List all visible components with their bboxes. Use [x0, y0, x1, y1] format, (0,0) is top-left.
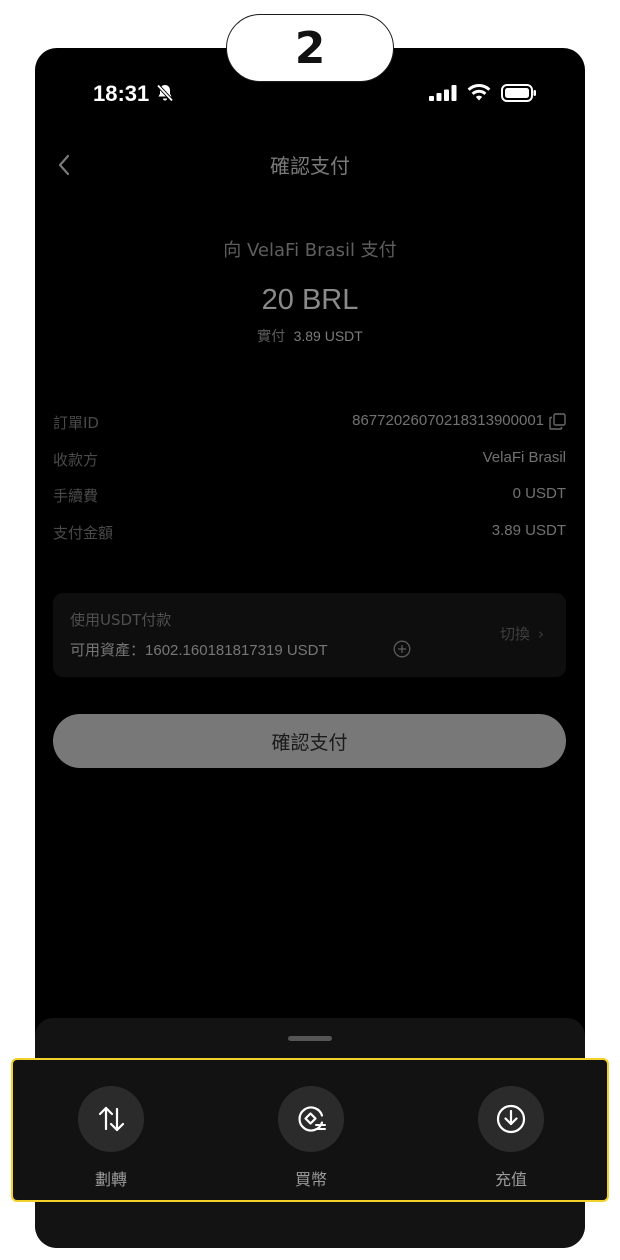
detail-label: 收款方 [53, 450, 99, 469]
add-funds-icon[interactable] [393, 640, 411, 658]
detail-label: 手續費 [53, 487, 99, 505]
buy-crypto-button[interactable] [278, 1086, 344, 1152]
detail-value: 0 USDT [512, 485, 566, 502]
battery-icon [501, 84, 536, 102]
confirm-payment-button[interactable]: 確認支付 [53, 714, 566, 768]
order-details: 訂單ID 86772026070218313900001 收款方 VelaFi … [53, 410, 566, 556]
detail-row-order-id: 訂單ID 86772026070218313900001 [53, 410, 566, 447]
deposit-button[interactable] [478, 1086, 544, 1152]
order-id-value: 86772026070218313900001 [352, 412, 544, 429]
buy-crypto-icon [298, 1106, 326, 1132]
page-title: 確認支付 [270, 154, 350, 178]
available-balance-value: 1602.160181817319 USDT [145, 642, 328, 659]
deposit-icon [496, 1104, 526, 1134]
detail-row-fee: 手續費 0 USDT [53, 483, 566, 520]
detail-row-total: 支付金額 3.89 USDT [53, 520, 566, 557]
detail-value: 3.89 USDT [491, 521, 566, 539]
silent-bell-icon [156, 84, 174, 102]
payee-heading: 向 VelaFi Brasil 支付 [223, 240, 397, 261]
transfer-label: 劃轉 [94, 1170, 127, 1189]
payment-method-card[interactable]: 使用USDT付款 可用資產：1602.160181817319 USDT 切換 › [53, 593, 566, 677]
sheet-drag-handle[interactable] [288, 1036, 332, 1041]
transfer-icon [98, 1106, 125, 1132]
chevron-right-icon: › [538, 625, 544, 643]
switch-label: 切換 [499, 625, 530, 643]
transfer-button[interactable] [78, 1086, 144, 1152]
detail-label: 訂單ID [53, 414, 99, 432]
deposit-action[interactable]: 充值 [451, 1086, 571, 1190]
detail-row-payee: 收款方 VelaFi Brasil [53, 447, 566, 484]
switch-method-button[interactable]: 切換 › [500, 623, 544, 644]
buy-crypto-action[interactable]: 買幣 [251, 1086, 371, 1190]
quick-actions-highlight: 劃轉 買幣 充值 [11, 1058, 609, 1202]
deposit-label: 充值 [494, 1170, 527, 1189]
buy-crypto-label: 買幣 [294, 1170, 327, 1189]
step-badge: 2 [226, 14, 394, 82]
available-balance-label: 可用資產： [70, 641, 146, 659]
status-time: 18:31 [93, 81, 150, 106]
actual-payment: 實付 3.89 USDT [35, 326, 585, 346]
cellular-signal-icon [429, 85, 457, 101]
copy-icon[interactable] [549, 413, 566, 430]
detail-value: VelaFi Brasil [482, 448, 566, 466]
payment-method-label: 使用USDT付款 [70, 611, 172, 629]
wifi-icon [467, 83, 491, 101]
available-balance: 可用資產：1602.160181817319 USDT [70, 639, 328, 660]
payment-amount: 20 BRL [261, 284, 359, 316]
actual-payment-label: 實付 [257, 329, 286, 345]
detail-label: 支付金額 [53, 523, 114, 542]
transfer-action[interactable]: 劃轉 [51, 1086, 171, 1190]
actual-payment-value: 3.89 USDT [293, 328, 363, 344]
